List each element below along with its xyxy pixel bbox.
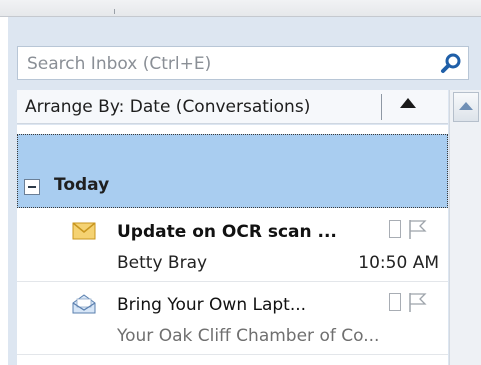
message-item[interactable]: Bring Your Own Lapt... Your Oak Cliff Ch… <box>17 282 448 355</box>
message-subject: Update on OCR scan ... <box>117 222 337 242</box>
sort-ascending-icon[interactable] <box>400 98 416 108</box>
window-top-bar <box>0 0 481 17</box>
divider-tick <box>114 9 115 14</box>
message-subject: Bring Your Own Lapt... <box>117 295 307 315</box>
scrollbar[interactable] <box>449 90 481 365</box>
arrange-by-header[interactable]: Arrange By: Date (Conversations) <box>17 90 448 124</box>
search-input[interactable]: Search Inbox (Ctrl+E) <box>17 46 469 80</box>
message-item[interactable]: Update on OCR scan ... Betty Bray 10:50 … <box>17 209 448 282</box>
collapse-toggle-icon[interactable] <box>24 179 40 195</box>
read-envelope-icon <box>72 294 96 314</box>
column-separator <box>381 94 382 120</box>
message-sender: Your Oak Cliff Chamber of Co... <box>117 326 380 346</box>
category-box[interactable] <box>389 293 401 311</box>
message-list: Today Update on OCR scan ... Betty Bray … <box>17 125 448 365</box>
message-time: 10:50 AM <box>358 253 439 273</box>
search-placeholder: Search Inbox (Ctrl+E) <box>27 54 212 74</box>
unread-envelope-icon <box>72 222 96 240</box>
scroll-up-button[interactable] <box>453 92 479 122</box>
flag-icon[interactable] <box>406 218 428 240</box>
chevron-up-icon <box>459 102 473 110</box>
group-header-today[interactable]: Today <box>17 134 448 208</box>
group-title: Today <box>54 175 110 195</box>
message-sender: Betty Bray <box>117 253 208 273</box>
category-box[interactable] <box>389 220 401 238</box>
arrange-by-label: Arrange By: Date (Conversations) <box>25 97 311 117</box>
search-icon[interactable] <box>440 52 462 74</box>
flag-icon[interactable] <box>406 291 428 313</box>
